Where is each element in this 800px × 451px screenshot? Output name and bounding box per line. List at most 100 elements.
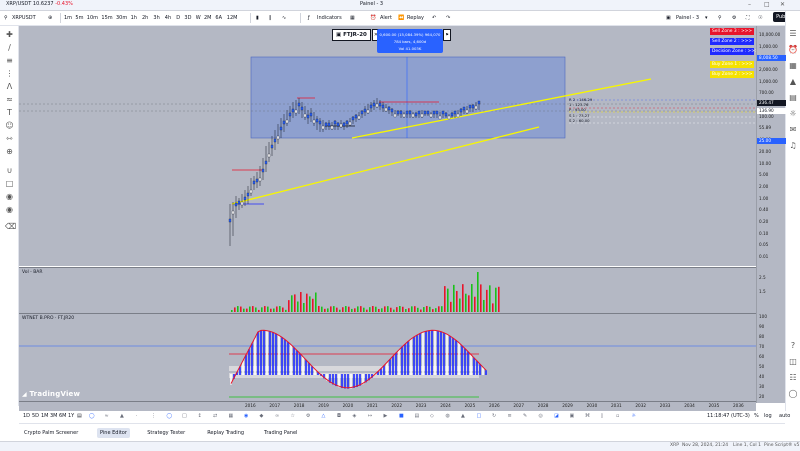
- watchlist-icon[interactable]: ☰: [788, 29, 798, 39]
- dom-icon[interactable]: ◫: [788, 357, 798, 367]
- interval-6a[interactable]: 6A: [215, 13, 222, 23]
- bottom-tool-icon[interactable]: ▯: [601, 413, 604, 419]
- bottom-tool-icon[interactable]: ☼: [632, 413, 636, 419]
- layout-name[interactable]: Painel - 3: [676, 13, 699, 23]
- interval-5m[interactable]: 5m: [75, 13, 83, 23]
- measure-box[interactable]: [250, 56, 566, 139]
- alert-button[interactable]: Alert: [380, 13, 392, 23]
- interval-12m[interactable]: 12M: [227, 13, 238, 23]
- bottom-tool-icon[interactable]: ◪: [554, 413, 559, 419]
- brush-icon[interactable]: ≈: [5, 95, 14, 104]
- interval-w[interactable]: W: [196, 13, 201, 23]
- range-1m[interactable]: 1M: [41, 413, 49, 419]
- trash-icon[interactable]: ⌫: [5, 222, 16, 231]
- bottom-tool-icon[interactable]: ▣: [570, 413, 575, 419]
- layout-icon[interactable]: ▣: [666, 13, 671, 23]
- volume-pane[interactable]: Vol - BAR: [19, 267, 756, 313]
- settings-icon[interactable]: ⚙: [732, 13, 736, 23]
- bar-chart-icon[interactable]: ▮: [256, 13, 259, 23]
- bottom-tool-icon[interactable]: ◯: [167, 413, 173, 419]
- hide-drawings-icon[interactable]: ◉: [5, 205, 14, 214]
- bottom-tool-icon[interactable]: ◈: [353, 413, 357, 419]
- bottom-tool-icon[interactable]: ■: [399, 413, 404, 419]
- interval-3d[interactable]: 3D: [184, 13, 191, 23]
- alerts-icon[interactable]: ⏰: [788, 45, 798, 55]
- compare-icon[interactable]: ⊕: [48, 13, 52, 23]
- bottom-tool-icon[interactable]: ≡: [508, 413, 512, 419]
- interval-15m[interactable]: 15m: [101, 13, 112, 23]
- horizontal-lines-icon[interactable]: ≡: [5, 56, 14, 65]
- minimize-icon[interactable]: –: [748, 1, 751, 8]
- bottom-tool-icon[interactable]: ◘: [337, 413, 341, 419]
- interval-1h[interactable]: 1h: [131, 13, 137, 23]
- replay-icon[interactable]: ⏪: [398, 13, 404, 23]
- interval-4h[interactable]: 4h: [165, 13, 171, 23]
- main-chart-pane[interactable]: ▣ FTJR-20 ✕ ⚑ 0,600.00 (15,084.39%) 964,…: [19, 26, 759, 266]
- redo-icon[interactable]: ↷: [446, 13, 450, 23]
- fullscreen-icon[interactable]: ⛶: [746, 13, 750, 23]
- bottom-tool-icon[interactable]: □: [477, 413, 482, 419]
- panel-tab[interactable]: Crypto Palm Screener: [21, 428, 81, 438]
- line-chart-icon[interactable]: ∿: [282, 13, 286, 23]
- ruler-icon[interactable]: ⇿: [5, 134, 14, 143]
- candles-icon[interactable]: ❙: [268, 13, 272, 23]
- panel-tab[interactable]: Trading Panel: [261, 428, 300, 438]
- clock-time[interactable]: 11:18:47 (UTC-3): [707, 413, 750, 419]
- indicators-button[interactable]: Indicators: [317, 13, 342, 23]
- panel-tab[interactable]: Replay Trading: [204, 428, 247, 438]
- search-icon[interactable]: ⚲: [718, 13, 722, 23]
- price-chart-svg[interactable]: [19, 26, 756, 266]
- help-icon[interactable]: ?: [788, 341, 798, 351]
- range-1y[interactable]: 1Y: [68, 413, 74, 419]
- bottom-tool-icon[interactable]: ⋮: [151, 413, 156, 419]
- interval-1m[interactable]: 1m: [64, 13, 72, 23]
- interval-2h[interactable]: 2h: [142, 13, 148, 23]
- symbol-search[interactable]: XRPUSDT: [12, 13, 36, 23]
- bottom-tool-icon[interactable]: ◍: [446, 413, 450, 419]
- bottom-tool-icon[interactable]: ▫: [616, 413, 619, 419]
- interval-3h[interactable]: 3h: [153, 13, 159, 23]
- crosshair-icon[interactable]: ✚: [5, 30, 14, 39]
- ruler-icon[interactable]: ◯: [788, 389, 798, 399]
- emoji-icon[interactable]: ☺: [5, 121, 14, 130]
- undo-icon[interactable]: ↶: [432, 13, 436, 23]
- range-1d[interactable]: 1D: [23, 413, 30, 419]
- trendline-icon[interactable]: ∕: [5, 43, 14, 52]
- goto-date-icon[interactable]: ▤: [77, 413, 82, 419]
- range-5d[interactable]: 5D: [32, 413, 39, 419]
- bottom-tool-icon[interactable]: ☆: [291, 413, 295, 419]
- bottom-tool-icon[interactable]: ⌘: [585, 413, 590, 419]
- camera-icon[interactable]: ☉: [758, 13, 762, 23]
- bottom-tool-icon[interactable]: ▦: [229, 413, 234, 419]
- bottom-tool-icon[interactable]: ⇄: [213, 413, 217, 419]
- bottom-tool-icon[interactable]: △: [322, 413, 326, 419]
- eye-icon[interactable]: ◉: [5, 192, 14, 201]
- templates-icon[interactable]: ▦: [350, 13, 355, 23]
- calendar-icon[interactable]: ▤: [788, 93, 798, 103]
- hotlist-icon[interactable]: ▲: [788, 77, 798, 87]
- ideas-icon[interactable]: ☼: [788, 109, 798, 119]
- close-icon[interactable]: ✕: [780, 1, 785, 8]
- fib-icon[interactable]: ⋮: [5, 69, 14, 78]
- bottom-tool-icon[interactable]: ◯: [89, 413, 95, 419]
- indicator-tag[interactable]: ▣ FTJR-20: [332, 29, 371, 41]
- magnet-icon[interactable]: ∪: [5, 166, 14, 175]
- interval-2m[interactable]: 2M: [204, 13, 212, 23]
- bottom-tool-icon[interactable]: ◎: [539, 413, 543, 419]
- bottom-tool-icon[interactable]: ≈: [105, 413, 109, 419]
- bottom-tool-icon[interactable]: ↻: [492, 413, 496, 419]
- bottom-tool-icon[interactable]: ↕: [198, 413, 202, 419]
- indicators-icon[interactable]: ƒ: [308, 13, 310, 23]
- zoom-in-icon[interactable]: ⊕: [5, 147, 14, 156]
- replay-button[interactable]: Replay: [407, 13, 424, 23]
- chat-icon[interactable]: ✉: [788, 125, 798, 135]
- oscillator-pane[interactable]: WTNET B.PRO · FT.JR20 ◢ TradingView: [19, 313, 756, 402]
- log-toggle[interactable]: log: [764, 413, 772, 419]
- layers-icon[interactable]: ☷: [788, 373, 798, 383]
- data-window-icon[interactable]: ▦: [788, 61, 798, 71]
- chevron-down-icon[interactable]: ▾: [705, 13, 708, 23]
- maximize-icon[interactable]: □: [764, 1, 770, 8]
- bottom-tool-icon[interactable]: ◆: [260, 413, 264, 419]
- text-icon[interactable]: T: [5, 108, 14, 117]
- bottom-tool-icon[interactable]: □: [182, 413, 187, 419]
